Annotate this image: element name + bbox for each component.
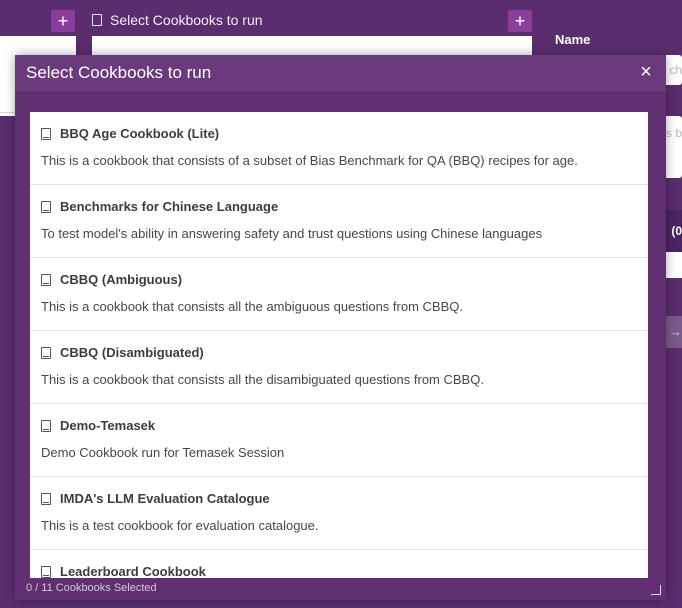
cookbook-name: BBQ Age Cookbook (Lite)	[60, 126, 220, 141]
background-header-title: Select Cookbooks to run	[110, 12, 263, 28]
modal-header: Select Cookbooks to run ×	[15, 55, 666, 91]
cookbook-item[interactable]: BBQ Age Cookbook (Lite) This is a cookbo…	[30, 112, 648, 185]
background-cookbook-header: Select Cookbooks to run	[92, 6, 263, 34]
cookbook-list[interactable]: BBQ Age Cookbook (Lite) This is a cookbo…	[30, 112, 648, 578]
cookbook-item-title: BBQ Age Cookbook (Lite)	[41, 126, 219, 141]
cookbook-description: Demo Cookbook run for Temasek Session	[41, 445, 285, 460]
book-icon	[41, 346, 51, 359]
cookbook-name: Leaderboard Cookbook	[60, 564, 206, 578]
book-icon	[41, 127, 51, 140]
book-icon	[41, 273, 51, 286]
book-icon	[41, 200, 51, 213]
cookbook-description: This is a cookbook that consists all the…	[41, 299, 463, 314]
add-button-right[interactable]: +	[508, 10, 532, 32]
select-cookbooks-modal: Select Cookbooks to run × BBQ Age Cookbo…	[15, 55, 666, 600]
cookbook-name: Benchmarks for Chinese Language	[60, 199, 279, 214]
name-input-placeholder: ch	[669, 63, 682, 77]
close-icon[interactable]: ×	[637, 62, 655, 82]
add-button-left[interactable]: +	[51, 10, 75, 32]
selection-count: 0 / 11 Cookbooks Selected	[26, 582, 157, 594]
cookbook-name: CBBQ (Ambiguous)	[60, 272, 183, 287]
modal-title: Select Cookbooks to run	[26, 63, 212, 82]
cookbook-item[interactable]: Demo-Temasek Demo Cookbook run for Temas…	[30, 404, 648, 477]
cookbook-description: This is a cookbook that consists all the…	[41, 372, 484, 387]
cookbook-name: CBBQ (Disambiguated)	[60, 345, 204, 360]
cookbook-name: Demo-Temasek	[60, 418, 156, 433]
book-icon	[92, 14, 102, 26]
cookbook-name: IMDA's LLM Evaluation Catalogue	[60, 491, 270, 506]
description-fragment: is b	[663, 126, 682, 140]
cookbook-item-title: CBBQ (Ambiguous)	[41, 272, 182, 287]
cookbook-description: This is a cookbook that consists of a su…	[41, 153, 578, 168]
book-icon	[41, 419, 51, 432]
cookbook-description: This is a test cookbook for evaluation c…	[41, 518, 319, 533]
cookbook-item[interactable]: IMDA's LLM Evaluation Catalogue This is …	[30, 477, 648, 550]
name-label: Name	[555, 32, 591, 47]
resize-handle[interactable]	[651, 585, 661, 595]
dark-bar-fragment: (0	[671, 224, 682, 238]
cookbook-item[interactable]: Benchmarks for Chinese Language To test …	[30, 185, 648, 258]
cookbook-item-title: IMDA's LLM Evaluation Catalogue	[41, 491, 270, 506]
cookbook-item[interactable]: CBBQ (Ambiguous) This is a cookbook that…	[30, 258, 648, 331]
cookbook-item-title: Demo-Temasek	[41, 418, 155, 433]
book-icon	[41, 492, 51, 505]
cookbook-item-title: CBBQ (Disambiguated)	[41, 345, 204, 360]
book-icon	[41, 565, 51, 578]
cookbook-item[interactable]: Leaderboard Cookbook	[30, 550, 648, 578]
cookbook-item-title: Leaderboard Cookbook	[41, 564, 206, 578]
cookbook-item[interactable]: CBBQ (Disambiguated) This is a cookbook …	[30, 331, 648, 404]
cookbook-description: To test model's ability in answering saf…	[41, 226, 543, 241]
cookbook-item-title: Benchmarks for Chinese Language	[41, 199, 278, 214]
